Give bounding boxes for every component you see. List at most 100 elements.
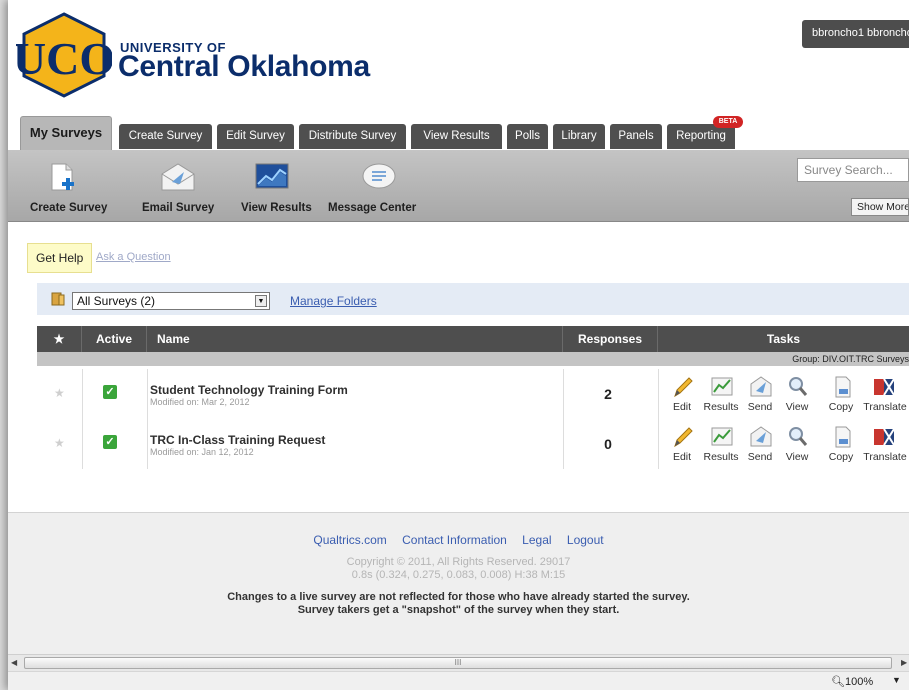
response-count: 2 xyxy=(604,386,612,402)
copy-label: Copy xyxy=(828,401,854,413)
send-envelope-icon xyxy=(750,376,772,397)
site-header: UCO UNIVERSITY OF Central Oklahoma bbron… xyxy=(8,0,909,118)
browser-window: UCO UNIVERSITY OF Central Oklahoma bbron… xyxy=(8,0,909,690)
folder-bar: All Surveys (2) ▼ Manage Folders xyxy=(37,283,909,315)
results-chart-icon xyxy=(711,427,733,446)
column-divider xyxy=(658,369,659,419)
manage-folders-link[interactable]: Manage Folders xyxy=(290,294,377,308)
create-survey-button[interactable]: Create Survey xyxy=(22,150,107,222)
get-help-button[interactable]: Get Help xyxy=(27,243,93,273)
column-divider xyxy=(82,369,83,419)
active-checkbox[interactable]: ✓ xyxy=(103,435,117,449)
pencil-icon xyxy=(674,427,693,448)
translate-label: Translate xyxy=(863,451,907,463)
view-results-label: View Results xyxy=(241,202,312,214)
table-row[interactable]: ★ ✓ Student Technology Training Form Mod… xyxy=(37,369,909,419)
translate-flags-icon xyxy=(874,428,895,446)
results-task-button[interactable]: Results xyxy=(699,423,743,467)
column-divider xyxy=(658,419,659,469)
message-center-label: Message Center xyxy=(328,202,417,214)
responses-column-header[interactable]: Responses xyxy=(563,326,658,352)
folder-select-value: All Surveys (2) xyxy=(77,294,156,308)
survey-modified-date: Modified on: Jan 12, 2012 xyxy=(150,447,254,457)
tab-panels[interactable]: Panels xyxy=(610,124,662,149)
contact-information-link[interactable]: Contact Information xyxy=(402,533,507,547)
logout-link[interactable]: Logout xyxy=(567,533,604,547)
results-chart-icon xyxy=(711,377,733,396)
create-survey-icon xyxy=(51,163,74,191)
status-bar: 🔍︎100% ▼ xyxy=(8,671,909,690)
favorite-star-icon[interactable]: ★ xyxy=(54,436,65,450)
email-survey-button[interactable]: Email Survey xyxy=(134,150,214,222)
survey-name[interactable]: TRC In-Class Training Request xyxy=(150,433,325,447)
zoom-value: 100% xyxy=(844,676,874,688)
copy-task-button[interactable]: Copy xyxy=(819,423,863,467)
view-task-button[interactable]: View xyxy=(775,423,819,467)
show-more-button[interactable]: Show More D xyxy=(851,198,909,216)
tasks-column-header: Tasks xyxy=(766,332,801,346)
live-survey-warning: Changes to a live survey are not reflect… xyxy=(227,591,690,603)
main-tabs: My Surveys Create Survey Edit Survey Dis… xyxy=(8,110,909,150)
chevron-down-icon[interactable]: ▼ xyxy=(892,675,901,685)
translate-task-button[interactable]: Translate xyxy=(861,373,909,417)
copy-task-button[interactable]: Copy xyxy=(819,373,863,417)
table-row[interactable]: ★ ✓ TRC In-Class Training Request Modifi… xyxy=(37,419,909,469)
timing-text: 0.8s (0.324, 0.275, 0.083, 0.008) H:38 M… xyxy=(351,569,566,581)
main-content: Get Help Ask a Question All Surveys (2) … xyxy=(8,222,909,512)
favorite-star-icon[interactable]: ★ xyxy=(54,386,65,400)
scroll-left-arrow-icon[interactable]: ◀ xyxy=(11,658,17,667)
page-footer: Qualtrics.com Contact Information Legal … xyxy=(8,512,909,654)
tab-polls[interactable]: Polls xyxy=(507,124,548,149)
pencil-icon xyxy=(674,377,693,398)
edit-task-button[interactable]: Edit xyxy=(660,373,704,417)
results-task-button[interactable]: Results xyxy=(699,373,743,417)
star-column-header[interactable]: ★ xyxy=(37,326,82,352)
active-column-header[interactable]: Active xyxy=(82,326,147,352)
copy-document-icon xyxy=(835,426,851,448)
tab-distribute-survey[interactable]: Distribute Survey xyxy=(299,124,406,149)
user-menu[interactable]: bbroncho1 bbroncho1 xyxy=(802,20,909,48)
edit-task-button[interactable]: Edit xyxy=(660,423,704,467)
legal-link[interactable]: Legal xyxy=(522,533,551,547)
tab-create-survey[interactable]: Create Survey xyxy=(119,124,212,149)
view-results-icon xyxy=(255,163,289,189)
tab-edit-survey[interactable]: Edit Survey xyxy=(217,124,294,149)
snapshot-warning: Survey takers get a "snapshot" of the su… xyxy=(297,604,620,616)
zoom-level[interactable]: 🔍︎100% xyxy=(831,675,873,688)
scroll-right-arrow-icon[interactable]: ▶ xyxy=(901,658,907,667)
copyright-text: Copyright © 2011, All Rights Reserved. 2… xyxy=(346,556,571,568)
uco-logo[interactable]: UCO xyxy=(16,12,112,98)
table-header: ★ Active Name Responses Tasks xyxy=(37,326,909,352)
beta-badge: BETA xyxy=(713,116,743,128)
tab-my-surveys[interactable]: My Surveys xyxy=(20,116,112,150)
column-divider xyxy=(147,419,148,469)
translate-task-button[interactable]: Translate xyxy=(861,423,909,467)
folder-select[interactable]: All Surveys (2) ▼ xyxy=(72,292,270,310)
column-divider xyxy=(82,419,83,469)
translate-label: Translate xyxy=(863,401,907,413)
tab-library[interactable]: Library xyxy=(553,124,605,149)
horizontal-scrollbar[interactable]: ◀ III ▶ xyxy=(8,654,909,671)
column-divider xyxy=(147,369,148,419)
toolbar: Create Survey Email Survey View Results xyxy=(8,150,909,222)
tab-view-results[interactable]: View Results xyxy=(411,124,502,149)
survey-search-input[interactable]: Survey Search... xyxy=(797,158,909,182)
chevron-down-icon[interactable]: ▼ xyxy=(255,295,267,307)
name-column-header[interactable]: Name xyxy=(147,326,563,352)
survey-modified-date: Modified on: Mar 2, 2012 xyxy=(150,397,250,407)
send-envelope-icon xyxy=(750,426,772,447)
ask-question-link[interactable]: Ask a Question xyxy=(96,251,171,263)
message-center-button[interactable]: Message Center xyxy=(321,150,421,222)
folder-icon xyxy=(51,292,65,306)
view-task-button[interactable]: View xyxy=(775,373,819,417)
active-checkbox[interactable]: ✓ xyxy=(103,385,117,399)
university-name: Central Oklahoma xyxy=(118,50,370,83)
group-label: Group: DIV.OIT.TRC Surveys xyxy=(37,352,909,366)
results-label: Results xyxy=(703,451,739,463)
survey-name[interactable]: Student Technology Training Form xyxy=(150,383,348,397)
qualtrics-link[interactable]: Qualtrics.com xyxy=(313,533,386,547)
view-results-button[interactable]: View Results xyxy=(232,150,312,222)
scrollbar-thumb[interactable]: III xyxy=(24,657,892,669)
view-label: View xyxy=(785,451,809,463)
magnifier-icon xyxy=(789,427,808,446)
